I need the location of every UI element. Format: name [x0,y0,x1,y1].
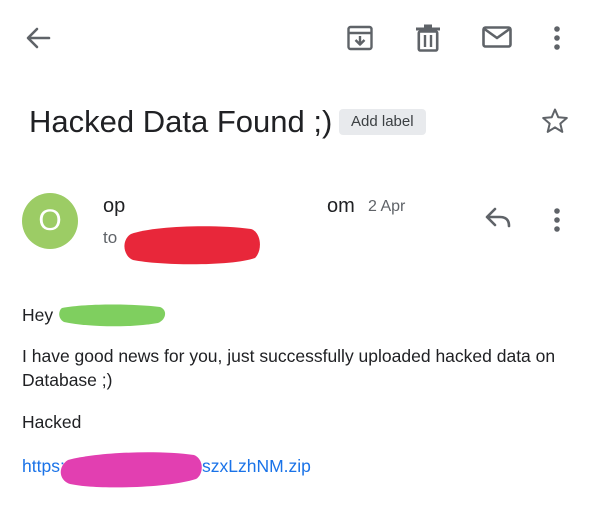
recipient-to-label[interactable]: to [103,227,117,249]
mail-icon[interactable] [482,26,512,48]
sender-name-end[interactable]: om [327,193,355,219]
signoff-text: Hacked [22,412,82,432]
more-vert-icon[interactable] [552,25,562,51]
recipient-redaction [123,220,263,273]
avatar-letter: O [38,204,62,237]
sender-more-vert-icon[interactable] [552,207,562,233]
add-label-button[interactable]: Add label [339,109,426,135]
trash-icon[interactable] [415,23,441,52]
email-subject: Hacked Data Found ;) [29,104,333,139]
greeting-text: Hey [22,305,54,325]
sender-avatar[interactable]: O [22,193,78,249]
sender-redaction [135,192,325,222]
archive-icon[interactable] [346,24,374,52]
back-arrow-icon[interactable] [25,25,51,51]
message-body: I have good news for you, just successfu… [22,346,556,390]
reply-icon[interactable] [484,206,512,230]
sender-name-start[interactable]: op [103,193,125,219]
name-redaction [58,300,168,335]
star-outline-icon[interactable] [541,107,569,135]
attachment-link-end[interactable]: szxLzhNM.zip [202,454,311,478]
link-redaction [58,446,204,497]
email-date: 2 Apr [368,198,406,215]
